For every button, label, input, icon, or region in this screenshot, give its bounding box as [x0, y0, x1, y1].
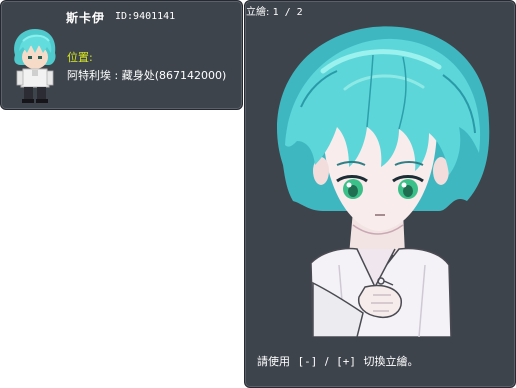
next-portrait-key[interactable]: [+]: [336, 355, 356, 368]
hint-prefix: 請使用: [257, 355, 290, 368]
portrait-panel: 立繪: 1 / 2 請使用 [-] / [+] 切換立繪。: [244, 0, 516, 388]
npc-info-card: 斯卡伊 ID:9401141 位置: 阿特利埃 : 藏身处(867142000): [0, 0, 243, 110]
location-label: 位置:: [67, 51, 93, 64]
hint-suffix: 切換立繪。: [363, 355, 419, 368]
location-value: 阿特利埃 : 藏身处(867142000): [67, 69, 227, 82]
portrait-switch-hint: 請使用 [-] / [+] 切換立繪。: [257, 353, 422, 369]
hint-separator: /: [324, 355, 329, 368]
npc-id: ID:9401141: [115, 11, 176, 22]
npc-portrait: [277, 26, 490, 337]
prev-portrait-key[interactable]: [-]: [298, 355, 318, 368]
npc-avatar-icon: [14, 29, 56, 103]
npc-viewer: 斯卡伊 ID:9401141 位置: 阿特利埃 : 藏身处(867142000)…: [0, 0, 516, 388]
npc-name: 斯卡伊: [66, 11, 106, 25]
